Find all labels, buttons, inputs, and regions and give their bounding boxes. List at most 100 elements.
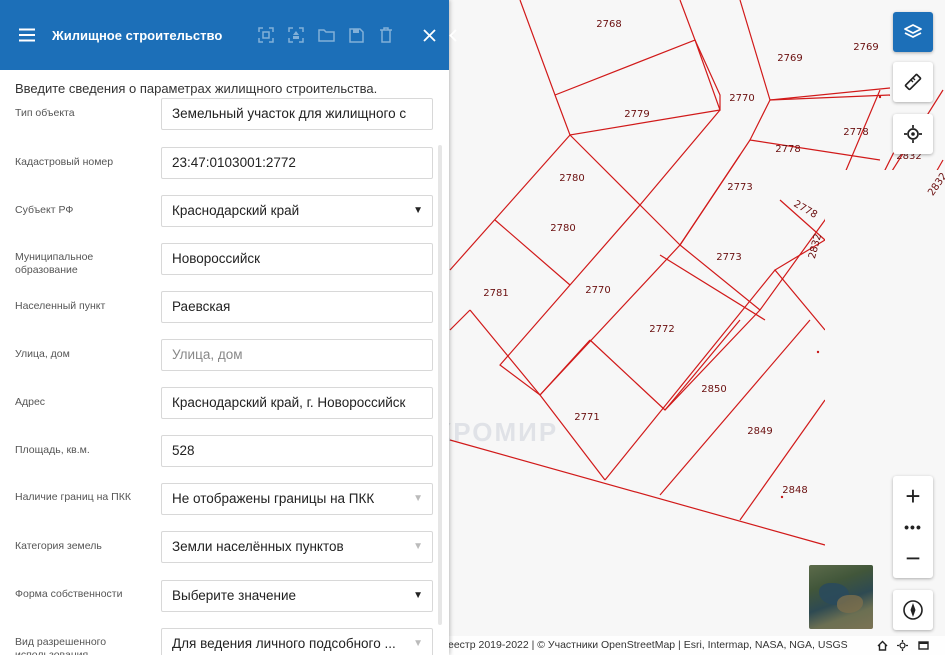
basemap-thumbnail[interactable] [809,565,873,629]
scrollbar[interactable] [438,145,442,625]
chevron-down-icon: ▼ [413,541,423,552]
parcel-label: 2779 [624,109,649,120]
folder-icon[interactable] [317,26,335,44]
zoom-in-icon: + [905,481,921,511]
focus-icon[interactable] [257,26,275,44]
form-row: Кадастровый номер 23:47:0103001:2772 [0,146,449,180]
form-row: Тип объекта Земельный участок для жилищно… [0,97,449,131]
parcel-label: 2772 [649,324,674,335]
more-icon: ••• [904,519,922,535]
parcel-2768 [519,0,696,96]
field-value: Краснодарский край, г. Новороссийск [172,395,406,410]
form-row: Адрес Краснодарский край, г. Новороссийск [0,386,449,420]
field-value: Выберите значение [172,588,297,603]
compass-button[interactable] [893,590,933,630]
field-input[interactable]: Земельный участок для жилищного с [161,98,433,130]
chevron-down-icon: ▼ [413,590,423,601]
target-icon[interactable] [287,26,305,44]
collapse-icon[interactable] [448,26,458,44]
side-panel: Жилищное строительство Введите сведения … [0,0,457,655]
form-row: Населенный пункт Раевская [0,290,449,324]
form-row: Форма собственности Выберите значение ▼ [0,579,449,613]
field-value: Для ведения личного подсобного ... [172,636,396,651]
field-label: Муниципальное образование [15,251,94,276]
layers-button[interactable] [893,12,933,52]
menu-icon[interactable] [18,26,36,44]
locate-button[interactable] [893,114,933,154]
save-icon[interactable] [347,26,365,44]
parcel-label: 2768 [596,19,621,30]
field-value: Улица, дом [172,347,243,362]
map-attribution: еестр 2019-2022 | © Участники OpenStreet… [448,636,945,655]
field-label: Наличие границ на ПКК [15,491,131,503]
field-label: Вид разрешенного использования [15,636,107,655]
form-row: Муниципальное образование Новороссийск [0,242,449,276]
parcel-label: 2849 [747,426,772,437]
parcel-label: 2773 [716,252,741,263]
form-row: Площадь, кв.м. 528 [0,434,449,468]
parcel-label: 2781 [483,288,508,299]
parcel-label: 2771 [574,412,599,423]
ruler-button[interactable] [893,62,933,102]
compass-icon [903,600,923,620]
fullscreen-icon[interactable] [916,638,930,652]
delete-icon[interactable] [377,26,395,44]
field-value: Земельный участок для жилищного с [172,106,407,121]
field-select[interactable]: Выберите значение ▼ [161,580,433,612]
parcel-label: 2780 [550,223,575,234]
field-select[interactable]: Для ведения личного подсобного ... ▼ [161,628,433,655]
chevron-down-icon: ▼ [413,638,423,649]
field-input[interactable]: Раевская [161,291,433,323]
zoom-in-button[interactable]: + [893,476,933,516]
parcel-label: 2770 [585,285,610,296]
parcel-label: 2850 [701,384,726,395]
field-value: 23:47:0103001:2772 [172,155,296,170]
field-label: Кадастровый номер [15,156,114,168]
parcel-label: 2769 [777,53,802,64]
field-value: Краснодарский край [172,203,300,218]
parcel-label: 2770 [729,93,754,104]
field-value: Раевская [172,299,231,314]
chevron-down-icon: ▼ [413,205,423,216]
chevron-down-icon: ▼ [413,493,423,504]
field-input[interactable]: Новороссийск [161,243,433,275]
parcel-label: 2778 [775,144,800,155]
more-options-button[interactable]: ••• [893,516,933,538]
ruler-icon [904,73,922,91]
parcel-label: 2848 [782,485,807,496]
parcel-label: 2773 [727,182,752,193]
field-label: Адрес [15,396,46,408]
field-input[interactable]: 528 [161,435,433,467]
field-select[interactable]: Краснодарский край ▼ [161,195,433,227]
field-input[interactable]: 23:47:0103001:2772 [161,147,433,179]
field-value: Земли населённых пунктов [172,539,344,554]
parcel-label: 2778 [791,199,819,221]
field-label: Форма собственности [15,588,123,600]
form-row: Субъект РФ Краснодарский край ▼ [0,194,449,228]
field-label: Площадь, кв.м. [15,444,90,456]
parcel-label: 2778 [843,127,868,138]
home-icon[interactable] [875,638,889,652]
gps-icon[interactable] [895,638,909,652]
parcel-label: 2769 [853,42,878,53]
parcel-label: 2832 [807,233,824,260]
form-row: Улица, дом Улица, дом [0,338,449,372]
panel-title: Жилищное строительство [52,28,223,43]
zoom-controls: + ••• − [893,476,933,578]
field-label: Тип объекта [15,107,75,119]
layers-icon [904,24,922,38]
field-select[interactable]: Не отображены границы на ПКК ▼ [161,483,433,515]
form-intro: Введите сведения о параметрах жилищного … [15,81,378,96]
form-row: Наличие границ на ПКК Не отображены грани… [0,482,449,516]
field-value: Новороссийск [172,251,261,266]
field-select[interactable]: Земли населённых пунктов ▼ [161,531,433,563]
parcel-label: 2780 [559,173,584,184]
field-input[interactable]: Краснодарский край, г. Новороссийск [161,387,433,419]
field-label: Субъект РФ [15,204,74,216]
attribution-text: еестр 2019-2022 | © Участники OpenStreet… [448,639,848,651]
field-label: Категория земель [15,540,102,552]
field-input[interactable]: Улица, дом [161,339,433,371]
zoom-out-button[interactable]: − [893,538,933,578]
field-label: Населенный пункт [15,300,106,312]
close-icon[interactable] [420,26,438,44]
